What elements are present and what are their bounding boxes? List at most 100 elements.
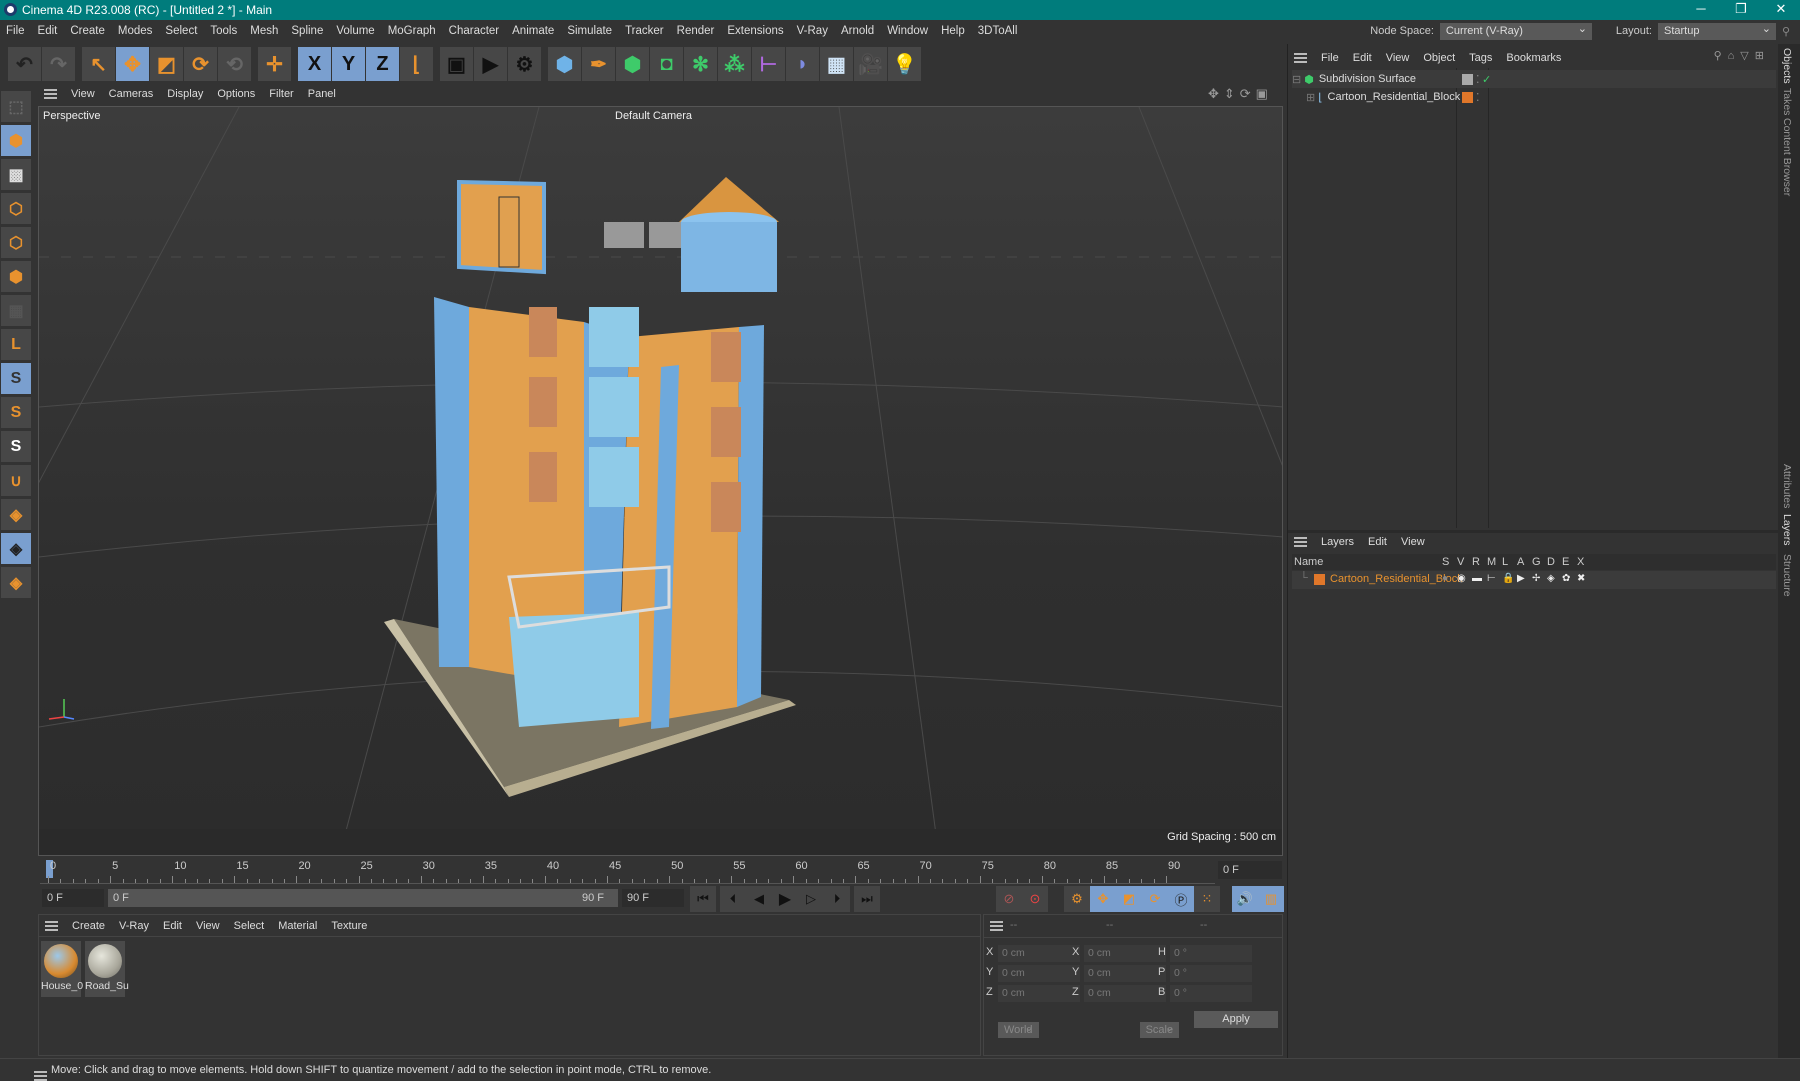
- layer-v-toggle-icon[interactable]: ◉: [1457, 573, 1466, 584]
- side-tab-structure[interactable]: Structure: [1781, 554, 1793, 597]
- layer-x-toggle-icon[interactable]: ✖: [1577, 573, 1585, 584]
- previous-key-button[interactable]: ⏴: [720, 886, 746, 912]
- menu-window[interactable]: Window: [887, 25, 928, 37]
- next-frame-button[interactable]: ▷: [798, 886, 824, 912]
- make-editable-button[interactable]: ⬚: [1, 91, 31, 122]
- key-scale-icon[interactable]: ◩: [1116, 886, 1142, 912]
- side-tab-layers[interactable]: Layers: [1781, 514, 1793, 546]
- layer-color-swatch[interactable]: [1314, 574, 1325, 585]
- menu-render[interactable]: Render: [677, 25, 715, 37]
- viewport-menu-options[interactable]: Options: [217, 88, 255, 100]
- layout-select[interactable]: Startup: [1658, 22, 1776, 40]
- end-frame-field[interactable]: 90 F: [622, 889, 684, 907]
- coordinate-system-button[interactable]: ⌊: [400, 47, 433, 81]
- material-menu-select[interactable]: Select: [234, 920, 265, 932]
- point-mode-button[interactable]: ⬡: [1, 193, 31, 224]
- object-menu-edit[interactable]: Edit: [1353, 52, 1372, 64]
- extrude-button[interactable]: ◘: [650, 47, 683, 81]
- viewport-menu-panel[interactable]: Panel: [308, 88, 336, 100]
- menu-create[interactable]: Create: [70, 25, 105, 37]
- autokey-button[interactable]: ⊙: [1022, 886, 1048, 912]
- uv-mode-button[interactable]: ▦: [1, 295, 31, 326]
- viewport-menu-view[interactable]: View: [71, 88, 95, 100]
- material-menu-view[interactable]: View: [196, 920, 220, 932]
- world-axis-button[interactable]: ✛: [258, 47, 291, 81]
- cube-button[interactable]: ⬢: [548, 47, 581, 81]
- material-menu-icon[interactable]: [45, 920, 58, 931]
- cloner-button[interactable]: ✻: [684, 47, 717, 81]
- layer-r-toggle-icon[interactable]: ▬: [1472, 573, 1482, 584]
- floor-button[interactable]: ▦: [820, 47, 853, 81]
- layer-m-toggle-icon[interactable]: ⊢: [1487, 573, 1496, 584]
- layer-g-toggle-icon[interactable]: ✢: [1532, 573, 1540, 584]
- y-axis-button[interactable]: Y: [332, 47, 365, 81]
- workplane-button[interactable]: ◈: [1, 499, 31, 530]
- menu-help[interactable]: Help: [941, 25, 965, 37]
- layer-e-toggle-icon[interactable]: ✿: [1562, 573, 1570, 584]
- viewport-menu-cameras[interactable]: Cameras: [109, 88, 154, 100]
- object-menu-object[interactable]: Object: [1423, 52, 1455, 64]
- material-menu-material[interactable]: Material: [278, 920, 317, 932]
- menu-modes[interactable]: Modes: [118, 25, 153, 37]
- object-row-cartoon-residential-block[interactable]: ⊞ ⌊ Cartoon_Residential_Block ⁚: [1292, 88, 1776, 106]
- object-menu-view[interactable]: View: [1386, 52, 1410, 64]
- layer-row[interactable]: └ Cartoon_Residential_Block ● ◉ ▬ ⊢ 🔒 ▶ ✢ ◈ ✿ ✖: [1292, 571, 1776, 589]
- position-y-field[interactable]: 0 cm: [998, 965, 1080, 982]
- timeline-window-icon[interactable]: ▥: [1258, 886, 1284, 912]
- node-space-select[interactable]: Current (V-Ray): [1439, 22, 1592, 40]
- position-z-field[interactable]: 0 cm: [998, 985, 1080, 1002]
- timeline-ruler[interactable]: 0 5 10 15 20 25 30 35 40 45 50 55 60 65 70 75 80 85 90: [40, 858, 1215, 884]
- material-menu-vray[interactable]: V-Ray: [119, 920, 149, 932]
- visibility-toggle[interactable]: [1462, 73, 1473, 85]
- menu-tools[interactable]: Tools: [210, 25, 237, 37]
- quantize-button[interactable]: S: [1, 431, 31, 462]
- viewport-menu-icon[interactable]: [44, 89, 57, 99]
- menu-mograph[interactable]: MoGraph: [388, 25, 436, 37]
- camera-button[interactable]: 🎥: [854, 47, 887, 81]
- undo-button[interactable]: ↶: [8, 47, 41, 81]
- camera-label[interactable]: Default Camera: [615, 110, 692, 122]
- sound-icon[interactable]: 🔊: [1232, 886, 1258, 912]
- expand-icon[interactable]: ⊞: [1306, 91, 1315, 104]
- side-tab-content-browser[interactable]: Content Browser: [1781, 118, 1793, 196]
- frame-range-slider[interactable]: 0 F 90 F: [108, 889, 618, 907]
- layer-s-toggle-icon[interactable]: ●: [1442, 573, 1448, 584]
- edge-mode-button[interactable]: ⬡: [1, 227, 31, 258]
- model-mode-button[interactable]: ⬢: [1, 125, 31, 156]
- magnet-button[interactable]: ∪: [1, 465, 31, 496]
- key-parameter-icon[interactable]: Ⓟ: [1168, 886, 1194, 912]
- menu-spline[interactable]: Spline: [291, 25, 323, 37]
- menu-animate[interactable]: Animate: [512, 25, 554, 37]
- material-menu-texture[interactable]: Texture: [331, 920, 367, 932]
- menu-character[interactable]: Character: [449, 25, 500, 37]
- status-menu-icon[interactable]: [34, 1070, 47, 1081]
- move-button[interactable]: ✥: [116, 47, 149, 81]
- side-tab-takes[interactable]: Takes: [1781, 88, 1793, 115]
- menu-mesh[interactable]: Mesh: [250, 25, 278, 37]
- texture-mode-button[interactable]: ▩: [1, 159, 31, 190]
- layer-l-toggle-icon[interactable]: 🔒: [1502, 573, 1514, 584]
- viewport-nav-icons[interactable]: ✥⇕⟳▣: [1208, 86, 1273, 102]
- axis-button[interactable]: L: [1, 329, 31, 360]
- render-settings-button[interactable]: ⚙: [508, 47, 541, 81]
- object-row-subdivision-surface[interactable]: ⊟ ⬢ Subdivision Surface ⁚ ✓: [1292, 70, 1776, 88]
- z-axis-button[interactable]: Z: [366, 47, 399, 81]
- scale-button[interactable]: ◩: [150, 47, 183, 81]
- key-position-icon[interactable]: ✥: [1090, 886, 1116, 912]
- apply-button[interactable]: Apply: [1194, 1011, 1278, 1028]
- pen-button[interactable]: ✒: [582, 47, 615, 81]
- menu-arnold[interactable]: Arnold: [841, 25, 874, 37]
- play-button[interactable]: ▶: [772, 886, 798, 912]
- polygon-mode-button[interactable]: ⬢: [1, 261, 31, 292]
- coordinate-mode-select[interactable]: World: [998, 1022, 1039, 1038]
- psr-button[interactable]: ⟲: [218, 47, 251, 81]
- key-pla-icon[interactable]: ⁙: [1194, 886, 1220, 912]
- position-x-field[interactable]: 0 cm: [998, 945, 1080, 962]
- render-picture-viewer-button[interactable]: ▶: [474, 47, 507, 81]
- viewport-menu-filter[interactable]: Filter: [269, 88, 293, 100]
- rotation-b-field[interactable]: 0 °: [1170, 985, 1252, 1002]
- transform-type-select[interactable]: Scale: [1139, 1022, 1180, 1038]
- start-frame-field[interactable]: 0 F: [42, 889, 104, 907]
- locked-workplane-button[interactable]: ◈: [1, 533, 31, 564]
- side-tab-attributes[interactable]: Attributes: [1781, 464, 1793, 508]
